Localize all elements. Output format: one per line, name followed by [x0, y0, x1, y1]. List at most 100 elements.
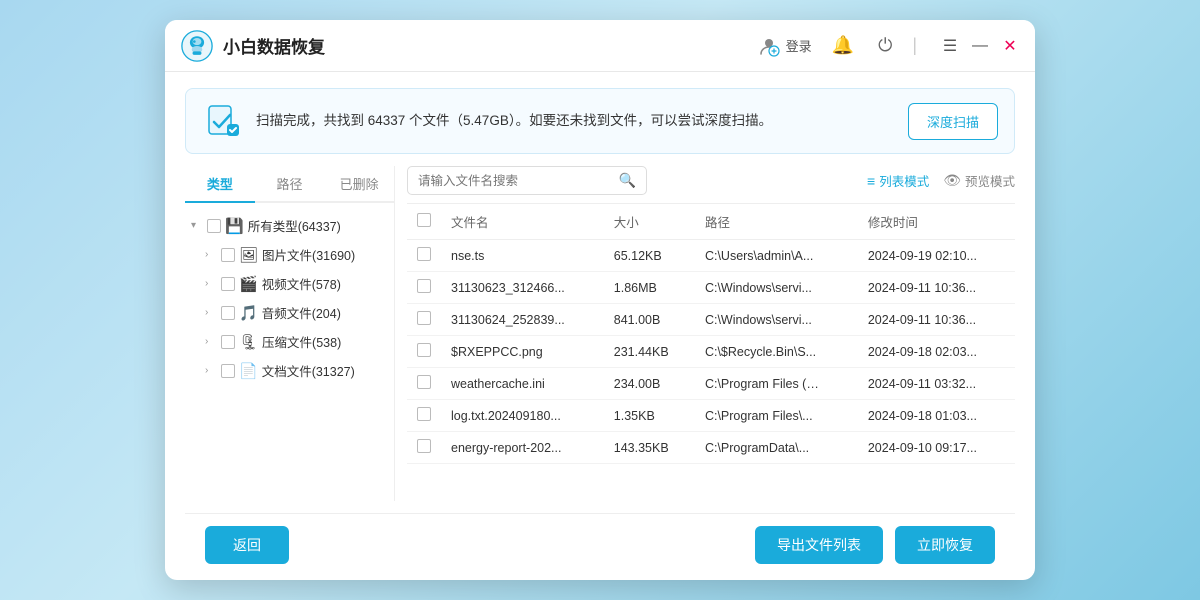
search-input[interactable]	[418, 174, 613, 188]
table-row[interactable]: log.txt.202409180... 1.35KB C:\Program F…	[407, 400, 1015, 432]
row-name: 31130624_252839...	[441, 304, 604, 336]
search-box: 🔍	[407, 166, 647, 195]
row-size: 143.35KB	[604, 432, 695, 464]
back-button[interactable]: 返回	[205, 526, 289, 564]
row-size: 231.44KB	[604, 336, 695, 368]
separator: |	[912, 35, 917, 56]
tree-item-video[interactable]: › 🎬 视频文件(578)	[185, 269, 394, 298]
table-row[interactable]: 31130623_312466... 1.86MB C:\Windows\ser…	[407, 272, 1015, 304]
table-row[interactable]: $RXEPPCC.png 231.44KB C:\$Recycle.Bin\S.…	[407, 336, 1015, 368]
tree-item-archive[interactable]: › 🗜 压缩文件(538)	[185, 327, 394, 356]
export-button[interactable]: 导出文件列表	[755, 526, 883, 564]
tree-label-image: 图片文件(31690)	[262, 245, 388, 264]
tab-deleted[interactable]: 已删除	[324, 166, 394, 201]
tree-checkbox-audio[interactable]	[221, 306, 235, 320]
row-check-cell	[407, 368, 441, 400]
tree-item-all[interactable]: ▾ 💾 所有类型(64337)	[185, 211, 394, 240]
row-checkbox[interactable]	[417, 247, 431, 261]
table-header-row: 文件名 大小 路径 修改时间	[407, 204, 1015, 240]
image-icon: 🖼	[239, 246, 258, 264]
row-size: 234.00B	[604, 368, 695, 400]
table-row[interactable]: weathercache.ini 234.00B C:\Program File…	[407, 368, 1015, 400]
row-modified: 2024-09-10 09:17...	[858, 432, 1015, 464]
row-checkbox[interactable]	[417, 439, 431, 453]
user-icon	[758, 35, 780, 57]
menu-button[interactable]: ☰	[941, 37, 959, 55]
row-modified: 2024-09-19 02:10...	[858, 240, 1015, 272]
tab-path[interactable]: 路径	[255, 166, 325, 201]
tab-type[interactable]: 类型	[185, 166, 255, 203]
row-check-cell	[407, 400, 441, 432]
header-checkbox[interactable]	[417, 213, 431, 227]
file-table: 文件名 大小 路径 修改时间 nse.ts 65.12KB C:\Users\a…	[407, 203, 1015, 501]
sidebar: 类型 路径 已删除 ▾ 💾 所有类型(64337) ›	[185, 166, 395, 501]
row-modified: 2024-09-11 10:36...	[858, 272, 1015, 304]
list-icon: ≡	[867, 173, 875, 189]
row-name: log.txt.202409180...	[441, 400, 604, 432]
col-modified: 修改时间	[858, 204, 1015, 240]
video-icon: 🎬	[239, 275, 258, 293]
row-name: nse.ts	[441, 240, 604, 272]
list-mode-label: 列表模式	[879, 171, 929, 190]
row-name: 31130623_312466...	[441, 272, 604, 304]
row-size: 841.00B	[604, 304, 695, 336]
tab-bar: 类型 路径 已删除	[185, 166, 394, 203]
row-checkbox[interactable]	[417, 279, 431, 293]
tree-item-doc[interactable]: › 📄 文档文件(31327)	[185, 356, 394, 385]
app-title: 小白数据恢复	[223, 33, 758, 58]
row-check-cell	[407, 304, 441, 336]
minimize-button[interactable]: —	[971, 37, 989, 55]
table-row[interactable]: energy-report-202... 143.35KB C:\Program…	[407, 432, 1015, 464]
scan-result-banner: 扫描完成，共找到 64337 个文件（5.47GB）。如要还未找到文件，可以尝试…	[185, 88, 1015, 154]
chevron-right-icon: ›	[205, 336, 217, 347]
row-checkbox[interactable]	[417, 407, 431, 421]
row-size: 1.35KB	[604, 400, 695, 432]
tree-item-audio[interactable]: › 🎵 音频文件(204)	[185, 298, 394, 327]
power-icon[interactable]: ⏻	[874, 33, 896, 58]
list-view-toggle[interactable]: ≡ 列表模式	[867, 171, 929, 190]
chevron-right-icon: ›	[205, 249, 217, 260]
tree-label-archive: 压缩文件(538)	[262, 332, 388, 351]
tree-checkbox-video[interactable]	[221, 277, 235, 291]
row-checkbox[interactable]	[417, 375, 431, 389]
bell-icon[interactable]: 🔔	[828, 33, 858, 58]
tree-label-audio: 音频文件(204)	[262, 303, 388, 322]
row-checkbox[interactable]	[417, 343, 431, 357]
tree-checkbox-doc[interactable]	[221, 364, 235, 378]
tree-label-all: 所有类型(64337)	[248, 216, 388, 235]
scan-result-icon	[202, 101, 242, 141]
window-controls: ☰ — ✕	[941, 37, 1019, 55]
chevron-right-icon: ›	[205, 278, 217, 289]
table-row[interactable]: 31130624_252839... 841.00B C:\Windows\se…	[407, 304, 1015, 336]
row-path: C:\Users\admin\A...	[695, 240, 858, 272]
row-path: C:\ProgramData\...	[695, 432, 858, 464]
row-check-cell	[407, 240, 441, 272]
user-area[interactable]: 登录	[758, 35, 812, 57]
file-toolbar: 🔍 ≡ 列表模式 👁 预览模式	[407, 166, 1015, 195]
close-button[interactable]: ✕	[1001, 37, 1019, 55]
row-path: C:\Windows\servi...	[695, 304, 858, 336]
row-path: C:\Windows\servi...	[695, 272, 858, 304]
file-panel: 🔍 ≡ 列表模式 👁 预览模式	[395, 166, 1015, 501]
footer: 返回 导出文件列表 立即恢复	[185, 513, 1015, 564]
deep-scan-button[interactable]: 深度扫描	[908, 103, 998, 140]
tree-checkbox-all[interactable]	[207, 219, 221, 233]
row-check-cell	[407, 272, 441, 304]
archive-icon: 🗜	[239, 333, 258, 351]
tree-checkbox-archive[interactable]	[221, 335, 235, 349]
app-window: 小白数据恢复 登录 🔔 ⏻ | ☰ — ✕	[165, 20, 1035, 580]
audio-icon: 🎵	[239, 304, 258, 322]
row-size: 65.12KB	[604, 240, 695, 272]
recover-button[interactable]: 立即恢复	[895, 526, 995, 564]
login-label: 登录	[786, 36, 812, 55]
row-name: energy-report-202...	[441, 432, 604, 464]
row-checkbox[interactable]	[417, 311, 431, 325]
row-modified: 2024-09-18 02:03...	[858, 336, 1015, 368]
col-check	[407, 204, 441, 240]
file-tree: ▾ 💾 所有类型(64337) › 🖼 图片文件(31690) ›	[185, 207, 394, 501]
table-row[interactable]: nse.ts 65.12KB C:\Users\admin\A... 2024-…	[407, 240, 1015, 272]
preview-view-toggle[interactable]: 👁 预览模式	[943, 171, 1015, 190]
tree-checkbox-image[interactable]	[221, 248, 235, 262]
tree-item-image[interactable]: › 🖼 图片文件(31690)	[185, 240, 394, 269]
row-name: weathercache.ini	[441, 368, 604, 400]
